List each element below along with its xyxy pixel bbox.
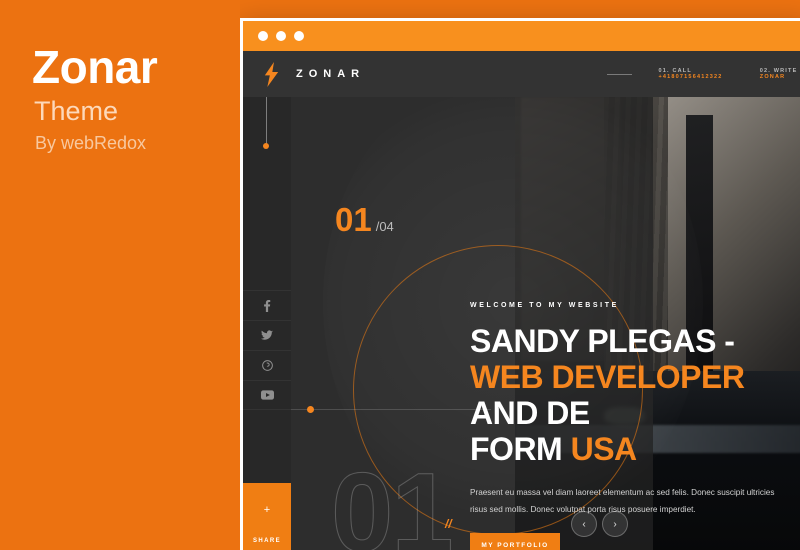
promo-author: By webRedox	[35, 133, 147, 153]
chevron-right-icon[interactable]: ›	[602, 511, 628, 537]
twitter-icon[interactable]	[243, 320, 291, 350]
rail-top-line	[266, 97, 267, 145]
social-links	[243, 290, 291, 410]
desktop-site-header: ZONAR 01. CALL +41807156412322 02. WRITE…	[243, 51, 800, 97]
hero-headline-line2-rest: AND DE	[470, 395, 590, 432]
slide-counter: 01/04	[335, 203, 394, 236]
desktop-hero-stage: + SHARE 01/04 WELCOME TO MY WEBSITE SAND…	[243, 97, 800, 550]
left-rail: + SHARE	[243, 97, 291, 550]
plus-icon: +	[263, 504, 271, 516]
slider-navigation: ‹ ›	[571, 511, 628, 537]
desktop-window-dot-maximize[interactable]	[294, 31, 304, 41]
hero-headline-line3-highlight: USA	[570, 431, 638, 468]
slide-counter-total: /04	[375, 219, 394, 234]
slash-marker: //	[445, 517, 452, 531]
rail-top-dot	[263, 143, 269, 149]
promo-title: Zonar	[32, 41, 158, 93]
contact-item-write[interactable]: 02. WRITE ZONAR	[760, 68, 800, 80]
desktop-window-dot-close[interactable]	[258, 31, 268, 41]
hero-headline-line3: FORM	[470, 431, 571, 468]
hero-welcome-text: WELCOME TO MY WEBSITE	[470, 302, 619, 309]
slide-watermark-number: 01	[331, 450, 455, 550]
lightning-bolt-icon	[264, 61, 279, 87]
desktop-logo[interactable]: ZONAR	[243, 61, 366, 87]
hero-headline-line2-highlight: WEB DEVELOPER	[470, 359, 745, 396]
chevron-left-icon[interactable]: ‹	[571, 511, 597, 537]
hero-headline: SANDY PLEGAS - WEB DEVELOPER AND DE FORM…	[470, 323, 800, 468]
desktop-brand-name: ZONAR	[296, 68, 366, 80]
hero-portfolio-button[interactable]: MY PORTFOLIO	[470, 533, 560, 550]
contact-write-value: ZONAR	[759, 74, 786, 80]
decorative-dot	[307, 406, 314, 413]
facebook-icon[interactable]	[243, 290, 291, 320]
hero-headline-line1: SANDY PLEGAS -	[470, 323, 735, 359]
desktop-window-controls[interactable]	[258, 31, 304, 41]
contact-item-call[interactable]: 01. CALL +41807156412322	[658, 68, 734, 80]
desktop-browser-chrome	[243, 21, 800, 51]
pinterest-icon[interactable]	[243, 350, 291, 380]
hero-paragraph: Praesent eu massa vel diam laoreet eleme…	[470, 487, 775, 514]
desktop-mockup: ZONAR 01. CALL +41807156412322 02. WRITE…	[240, 18, 800, 550]
decorative-horizontal-line	[291, 409, 491, 410]
header-contact-list: 01. CALL +41807156412322 02. WRITE ZONAR	[658, 68, 800, 80]
desktop-window-dot-minimize[interactable]	[276, 31, 286, 41]
rail-share-label: SHARE	[252, 538, 281, 544]
header-divider-line	[607, 73, 633, 75]
rail-share-button[interactable]: + SHARE	[243, 483, 291, 550]
promo-panel: Zonar Theme By webRedox	[0, 0, 240, 550]
slide-counter-current: 01	[335, 201, 372, 238]
hero-content: WELCOME TO MY WEBSITE SANDY PLEGAS - WEB…	[470, 302, 800, 550]
contact-call-value: +41807156412322	[658, 74, 723, 80]
promo-subtitle: Theme	[34, 96, 119, 126]
youtube-icon[interactable]	[243, 380, 291, 410]
